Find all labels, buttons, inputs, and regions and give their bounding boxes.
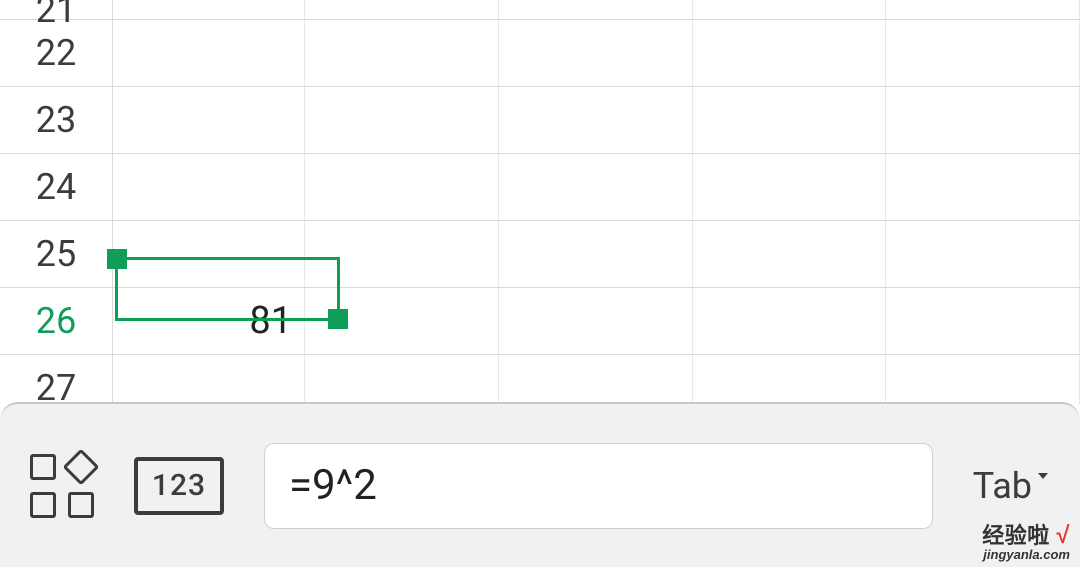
watermark-text: 经验啦 <box>982 523 1050 548</box>
cell-b24[interactable] <box>113 154 305 220</box>
tab-button[interactable]: Tab <box>973 465 1050 507</box>
cell-b27[interactable] <box>113 355 305 405</box>
cell-b26[interactable]: 81 <box>113 288 305 354</box>
cell-e24[interactable] <box>693 154 887 220</box>
cell-c21[interactable] <box>305 0 499 19</box>
cell-b23[interactable] <box>113 87 305 153</box>
cell-c23[interactable] <box>305 87 499 153</box>
cell-c22[interactable] <box>305 20 499 86</box>
row-21: 21 <box>0 0 1080 20</box>
row-header-27[interactable]: 27 <box>0 355 113 405</box>
cell-f21[interactable] <box>886 0 1080 19</box>
row-header-25[interactable]: 25 <box>0 221 113 287</box>
cell-c24[interactable] <box>305 154 499 220</box>
row-25: 25 <box>0 221 1080 288</box>
cell-e26[interactable] <box>693 288 887 354</box>
cell-e27[interactable] <box>693 355 887 405</box>
cell-e25[interactable] <box>693 221 887 287</box>
apps-button[interactable] <box>30 454 94 518</box>
cell-f24[interactable] <box>886 154 1080 220</box>
cell-c25[interactable] <box>305 221 499 287</box>
row-header-22[interactable]: 22 <box>0 20 113 86</box>
formula-bar: 123 Tab <box>0 402 1080 567</box>
cell-d23[interactable] <box>499 87 693 153</box>
cell-e23[interactable] <box>693 87 887 153</box>
spreadsheet-grid[interactable]: 21 22 23 24 25 26 81 <box>0 0 1080 405</box>
row-27: 27 <box>0 355 1080 405</box>
cell-b21[interactable] <box>113 0 305 19</box>
numpad-label: 123 <box>152 468 206 503</box>
check-icon: √ <box>1056 522 1070 549</box>
row-header-21[interactable]: 21 <box>0 0 113 19</box>
row-23: 23 <box>0 87 1080 154</box>
cell-b22[interactable] <box>113 20 305 86</box>
cell-d24[interactable] <box>499 154 693 220</box>
number-format-button[interactable]: 123 <box>134 457 224 515</box>
cell-e21[interactable] <box>693 0 887 19</box>
row-22: 22 <box>0 20 1080 87</box>
cell-d21[interactable] <box>499 0 693 19</box>
formula-input[interactable] <box>264 443 933 529</box>
cell-c27[interactable] <box>305 355 499 405</box>
cell-f25[interactable] <box>886 221 1080 287</box>
apps-icon <box>30 454 94 518</box>
cell-f27[interactable] <box>886 355 1080 405</box>
cell-d22[interactable] <box>499 20 693 86</box>
number-format-icon: 123 <box>134 457 224 515</box>
cell-e22[interactable] <box>693 20 887 86</box>
row-header-26[interactable]: 26 <box>0 288 113 354</box>
cell-d26[interactable] <box>499 288 693 354</box>
watermark: 经验啦 √ jingyanla.com <box>982 518 1070 562</box>
row-header-23[interactable]: 23 <box>0 87 113 153</box>
row-24: 24 <box>0 154 1080 221</box>
row-header-24[interactable]: 24 <box>0 154 113 220</box>
watermark-url: jingyanla.com <box>982 547 1070 562</box>
cell-c26[interactable] <box>305 288 499 354</box>
tab-label: Tab <box>973 465 1032 507</box>
cell-f26[interactable] <box>886 288 1080 354</box>
cell-f22[interactable] <box>886 20 1080 86</box>
cell-f23[interactable] <box>886 87 1080 153</box>
cell-d25[interactable] <box>499 221 693 287</box>
cell-d27[interactable] <box>499 355 693 405</box>
cell-b25[interactable] <box>113 221 305 287</box>
row-26: 26 81 <box>0 288 1080 355</box>
